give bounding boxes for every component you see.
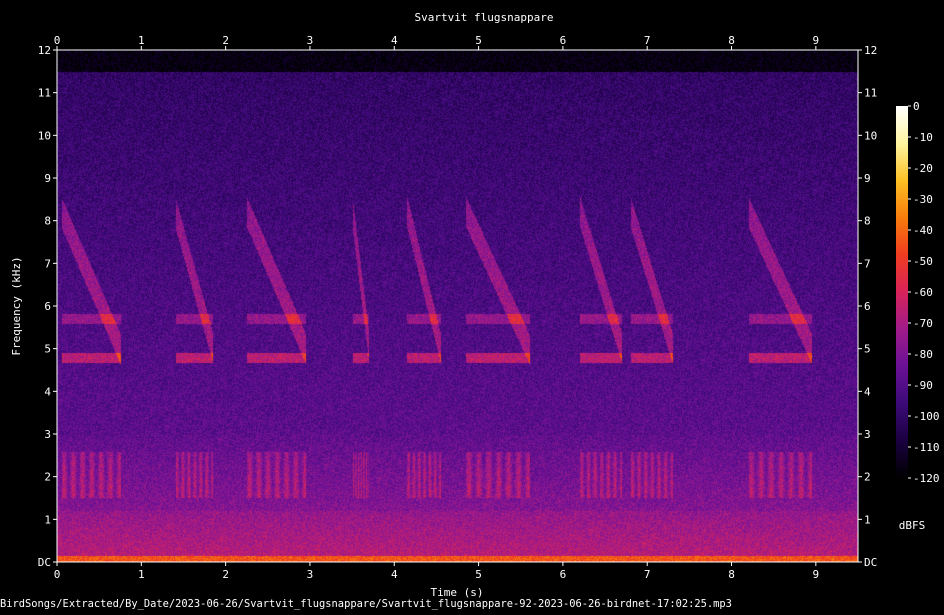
y-tick-label: 8	[44, 215, 51, 228]
x-tick-label-top: 4	[391, 34, 398, 47]
colorbar-tick-label: -30	[913, 193, 933, 206]
x-tick-label-top: 6	[560, 34, 567, 47]
y-tick-label-right: 10	[864, 129, 877, 142]
x-axis-top: 0 1 2 3 4 5 6 7 8 9	[54, 34, 819, 50]
y-axis-left: DC123456789101112	[38, 44, 57, 569]
y-tick-label-right: 3	[864, 428, 871, 441]
y-tick-label: 4	[44, 385, 51, 398]
colorbar-tick-label: -70	[913, 317, 933, 330]
colorbar-tick-label: -110	[913, 441, 940, 454]
y-tick-label-right: 2	[864, 471, 871, 484]
x-tick-label: 4	[391, 568, 398, 581]
y-tick-label-right: 5	[864, 343, 871, 356]
y-tick-label: 7	[44, 257, 51, 270]
y-tick-label-right: 6	[864, 300, 871, 313]
x-tick-label-top: 1	[138, 34, 145, 47]
y-axis-label: Frequency (kHz)	[10, 256, 23, 355]
x-tick-label-top: 0	[54, 34, 61, 47]
x-tick-label: 5	[475, 568, 482, 581]
y-tick-label: 2	[44, 471, 51, 484]
colorbar-tick-label: -50	[913, 255, 933, 268]
y-tick-label-right: 12	[864, 44, 877, 57]
colorbar-tick-label: -20	[913, 162, 933, 175]
colorbar-tick-label: -10	[913, 131, 933, 144]
x-tick-label: 3	[307, 568, 314, 581]
spectrogram-heatmap	[57, 50, 858, 562]
y-tick-label-right: 4	[864, 385, 871, 398]
y-tick-label-right: 8	[864, 215, 871, 228]
x-tick-label-top: 8	[728, 34, 735, 47]
y-axis-right: DC123456789101112	[858, 44, 877, 569]
x-tick-label: 6	[560, 568, 567, 581]
x-tick-label-top: 9	[813, 34, 820, 47]
x-axis-bottom: 0 1 2 3 4 5 6 7 8 9	[54, 562, 819, 581]
colorbar-label: dBFS	[899, 519, 926, 532]
x-tick-label: 2	[222, 568, 229, 581]
y-tick-label: 1	[44, 513, 51, 526]
spectrogram-figure: Svartvit flugsnappare 0123456789 0123456…	[0, 0, 944, 611]
colorbar-tick-label: -60	[913, 286, 933, 299]
x-tick-label-top: 2	[222, 34, 229, 47]
x-tick-label-top: 3	[307, 34, 314, 47]
colorbar-tick-label: -40	[913, 224, 933, 237]
colorbar-tick-label: -80	[913, 348, 933, 361]
colorbar-tick-label: -100	[913, 410, 940, 423]
colorbar-tick-label: 0	[913, 100, 920, 113]
x-tick-label: 0	[54, 568, 61, 581]
y-tick-label: 11	[38, 87, 51, 100]
spectrogram-svg: Svartvit flugsnappare 0123456789 0123456…	[0, 11, 940, 610]
x-tick-label-top: 5	[475, 34, 482, 47]
x-tick-label: 8	[728, 568, 735, 581]
y-tick-label: DC	[38, 556, 51, 569]
y-tick-label-right: DC	[864, 556, 877, 569]
y-tick-label-right: 1	[864, 513, 871, 526]
y-tick-label: 9	[44, 172, 51, 185]
y-tick-label: 3	[44, 428, 51, 441]
y-tick-label: 5	[44, 343, 51, 356]
chart-title: Svartvit flugsnappare	[414, 11, 553, 24]
x-tick-label: 7	[644, 568, 651, 581]
spectrogram-plot-area	[57, 50, 858, 562]
y-tick-label-right: 7	[864, 257, 871, 270]
x-tick-label-top: 7	[644, 34, 651, 47]
colorbar-tick-label: -90	[913, 379, 933, 392]
file-path-footer: BirdSongs/Extracted/By_Date/2023-06-26/S…	[0, 598, 732, 610]
colorbar-ticks: 0 -10 -20 -30 -40 -50 -60 -70 -80 -90 -100 -110 -120	[908, 100, 940, 485]
y-tick-label: 6	[44, 300, 51, 313]
y-tick-label-right: 11	[864, 87, 877, 100]
colorbar	[896, 106, 908, 478]
y-tick-label: 10	[38, 129, 51, 142]
y-tick-label-right: 9	[864, 172, 871, 185]
x-tick-label: 9	[813, 568, 820, 581]
x-tick-label: 1	[138, 568, 145, 581]
y-tick-label: 12	[38, 44, 51, 57]
colorbar-tick-label: -120	[913, 472, 940, 485]
